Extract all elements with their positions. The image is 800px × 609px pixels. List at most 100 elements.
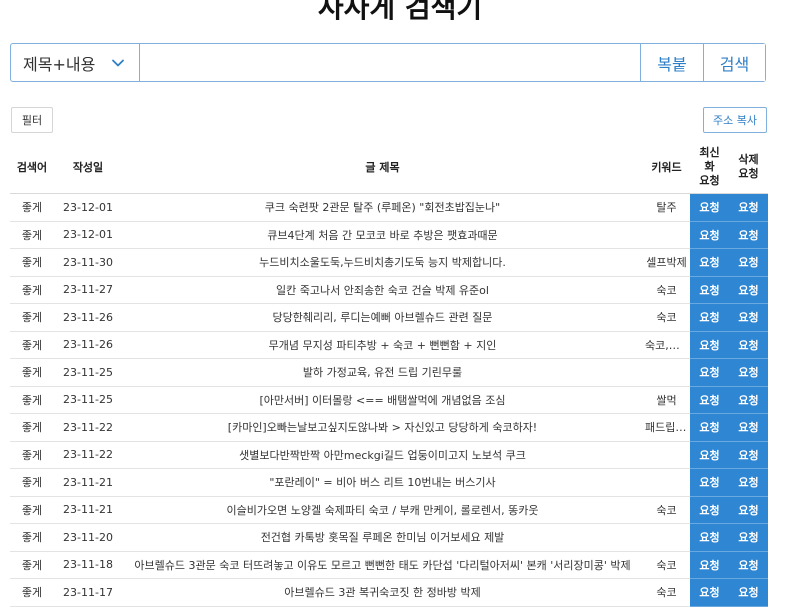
refresh-request-button[interactable]: 요청 <box>690 221 729 249</box>
refresh-request-button[interactable]: 요청 <box>690 496 729 524</box>
row-title-link[interactable]: 발하 가정교육, 유전 드립 기린무룰 <box>122 358 643 387</box>
paste-button[interactable]: 복붙 <box>640 44 703 81</box>
refresh-request-button[interactable]: 요청 <box>690 358 729 387</box>
row-tags: 숙코,무개념 <box>643 331 690 359</box>
row-keyword: 좋게 <box>10 441 54 469</box>
filter-button[interactable]: 필터 <box>11 107 53 133</box>
search-scope-value: 제목+내용 <box>23 54 96 74</box>
row-tags <box>643 358 690 387</box>
refresh-request-button[interactable]: 요청 <box>690 551 729 579</box>
row-date: 23-11-25 <box>54 386 122 414</box>
row-keyword: 좋게 <box>10 303 54 332</box>
row-title-link[interactable]: 쿠크 숙련팟 2관문 탈주 (루페온) "회전초밥집눈나" <box>122 193 643 222</box>
search-button[interactable]: 검색 <box>703 44 765 81</box>
header-refresh-request: 최신 화 요청 <box>690 140 729 194</box>
table-row: 좋게 23-11-17 아브렐슈드 3관 복귀숙코짓 한 정바방 박제 숙코 요청 요청 <box>10 578 768 607</box>
row-tags <box>643 221 690 249</box>
delete-request-button[interactable]: 요청 <box>729 523 768 552</box>
header-date: 작성일 <box>54 140 122 194</box>
row-tags: 숙코 <box>643 303 690 332</box>
row-keyword: 좋게 <box>10 193 54 222</box>
refresh-request-button[interactable]: 요청 <box>690 331 729 359</box>
table-row: 좋게 23-11-26 당당한췌리리, 루디는예뻐 아브렐슈드 관련 질문 숙코 요청 요… <box>10 303 768 332</box>
row-title-link[interactable]: 무개념 무지성 파티추방 + 숙코 + 뻔뻔함 + 지인 <box>122 331 643 359</box>
chevron-down-icon <box>112 59 124 66</box>
refresh-request-button[interactable]: 요청 <box>690 468 729 497</box>
copy-address-button[interactable]: 주소 복사 <box>703 107 767 133</box>
header-refresh-line3: 요청 <box>699 173 720 187</box>
refresh-request-button[interactable]: 요청 <box>690 193 729 222</box>
row-date: 23-11-25 <box>54 358 122 387</box>
header-delete-line1: 삭제 <box>738 152 759 166</box>
row-tags: 숙코 <box>643 496 690 524</box>
delete-request-button[interactable]: 요청 <box>729 248 768 277</box>
row-title-link[interactable]: 이슬비가오면 노양겔 숙제파티 숙코 / 부캐 만케이, 롤로렌서, 똥카웃 <box>122 496 643 524</box>
row-date: 23-11-26 <box>54 331 122 359</box>
row-tags: 탈주 <box>643 193 690 222</box>
refresh-request-button[interactable]: 요청 <box>690 248 729 277</box>
row-title-link[interactable]: 전건협 카톡방 홋목질 루페온 한미님 이거보세요 제발 <box>122 523 643 552</box>
row-title-link[interactable]: 큐브4단계 처음 간 모코코 바로 추방은 팻효과때문 <box>122 221 643 249</box>
row-tags <box>643 523 690 552</box>
header-keyword: 검색어 <box>10 140 54 194</box>
delete-request-button[interactable]: 요청 <box>729 221 768 249</box>
results-table: 검색어 작성일 글 제목 키워드 최신 화 요청 삭제 요청 좋게 23-12-0… <box>10 140 768 607</box>
refresh-request-button[interactable]: 요청 <box>690 441 729 469</box>
table-row: 좋게 23-11-25 발하 가정교육, 유전 드립 기린무룰 요청 요청 <box>10 358 768 387</box>
row-date: 23-11-20 <box>54 523 122 552</box>
delete-request-button[interactable]: 요청 <box>729 468 768 497</box>
refresh-request-button[interactable]: 요청 <box>690 413 729 442</box>
delete-request-button[interactable]: 요청 <box>729 358 768 387</box>
refresh-request-button[interactable]: 요청 <box>690 578 729 607</box>
delete-request-button[interactable]: 요청 <box>729 303 768 332</box>
row-date: 23-12-01 <box>54 193 122 222</box>
delete-request-button[interactable]: 요청 <box>729 578 768 607</box>
table-row: 좋게 23-11-30 누드비치소울도둑,누드비치총기도둑 능지 박제합니다. 셀프박… <box>10 248 768 277</box>
delete-request-button[interactable]: 요청 <box>729 551 768 579</box>
delete-request-button[interactable]: 요청 <box>729 496 768 524</box>
refresh-request-button[interactable]: 요청 <box>690 276 729 304</box>
row-title-link[interactable]: 아브렐슈드 3관 복귀숙코짓 한 정바방 박제 <box>122 578 643 607</box>
row-date: 23-11-18 <box>54 551 122 579</box>
row-title-link[interactable]: 누드비치소울도둑,누드비치총기도둑 능지 박제합니다. <box>122 248 643 277</box>
delete-request-button[interactable]: 요청 <box>729 331 768 359</box>
search-input[interactable] <box>140 44 640 81</box>
row-date: 23-11-21 <box>54 496 122 524</box>
delete-request-button[interactable]: 요청 <box>729 276 768 304</box>
delete-request-button[interactable]: 요청 <box>729 413 768 442</box>
row-title-link[interactable]: "포란레이" = 비아 버스 리트 10번내는 버스기사 <box>122 468 643 497</box>
search-scope-select[interactable]: 제목+내용 <box>11 44 140 81</box>
row-tags: 숙코 <box>643 276 690 304</box>
delete-request-button[interactable]: 요청 <box>729 193 768 222</box>
row-date: 23-11-22 <box>54 413 122 442</box>
table-header-row: 검색어 작성일 글 제목 키워드 최신 화 요청 삭제 요청 <box>10 140 768 194</box>
page-title: 사사게 검색기 <box>317 0 483 24</box>
row-tags: 숙코 <box>643 551 690 579</box>
refresh-request-button[interactable]: 요청 <box>690 303 729 332</box>
table-row: 좋게 23-11-22 [카마인]오빠는날보고싶지도않나봐 > 자신있고 당당하게 … <box>10 413 768 442</box>
row-title-link[interactable]: 당당한췌리리, 루디는예뻐 아브렐슈드 관련 질문 <box>122 303 643 332</box>
row-keyword: 좋게 <box>10 248 54 277</box>
header-refresh-line2: 화 <box>704 159 715 173</box>
row-date: 23-11-22 <box>54 441 122 469</box>
row-keyword: 좋게 <box>10 468 54 497</box>
refresh-request-button[interactable]: 요청 <box>690 386 729 414</box>
delete-request-button[interactable]: 요청 <box>729 386 768 414</box>
table-row: 좋게 23-11-25 [아만서버] 이터몰랑 <== 배탬쌀먹에 개념없음 조심 쌀… <box>10 386 768 414</box>
refresh-request-button[interactable]: 요청 <box>690 523 729 552</box>
table-row: 좋게 23-11-27 일칸 죽고나서 안죄송한 숙코 건슬 박제 유준ol 숙코 요청… <box>10 276 768 304</box>
row-keyword: 좋게 <box>10 276 54 304</box>
table-row: 좋게 23-11-21 이슬비가오면 노양겔 숙제파티 숙코 / 부캐 만케이, 롤… <box>10 496 768 524</box>
row-title-link[interactable]: 아브렐슈드 3관문 숙코 터뜨려놓고 이유도 모르고 뻔뻔한 태도 카단섭 '다… <box>122 551 643 579</box>
table-row: 좋게 23-12-01 큐브4단계 처음 간 모코코 바로 추방은 팻효과때문 요청 요… <box>10 221 768 249</box>
row-date: 23-11-21 <box>54 468 122 497</box>
delete-request-button[interactable]: 요청 <box>729 441 768 469</box>
row-tags <box>643 468 690 497</box>
row-title-link[interactable]: [카마인]오빠는날보고싶지도않나봐 > 자신있고 당당하게 숙코하자! <box>122 413 643 442</box>
search-bar: 제목+내용 복붙 검색 <box>10 43 766 82</box>
table-row: 좋게 23-11-22 샛별보다반짝반짝 아만meckgi길드 업둥이미고지 노보석… <box>10 441 768 469</box>
row-title-link[interactable]: [아만서버] 이터몰랑 <== 배탬쌀먹에 개념없음 조심 <box>122 386 643 414</box>
row-title-link[interactable]: 샛별보다반짝반짝 아만meckgi길드 업둥이미고지 노보석 쿠크 <box>122 441 643 469</box>
row-keyword: 좋게 <box>10 578 54 607</box>
row-title-link[interactable]: 일칸 죽고나서 안죄송한 숙코 건슬 박제 유준ol <box>122 276 643 304</box>
